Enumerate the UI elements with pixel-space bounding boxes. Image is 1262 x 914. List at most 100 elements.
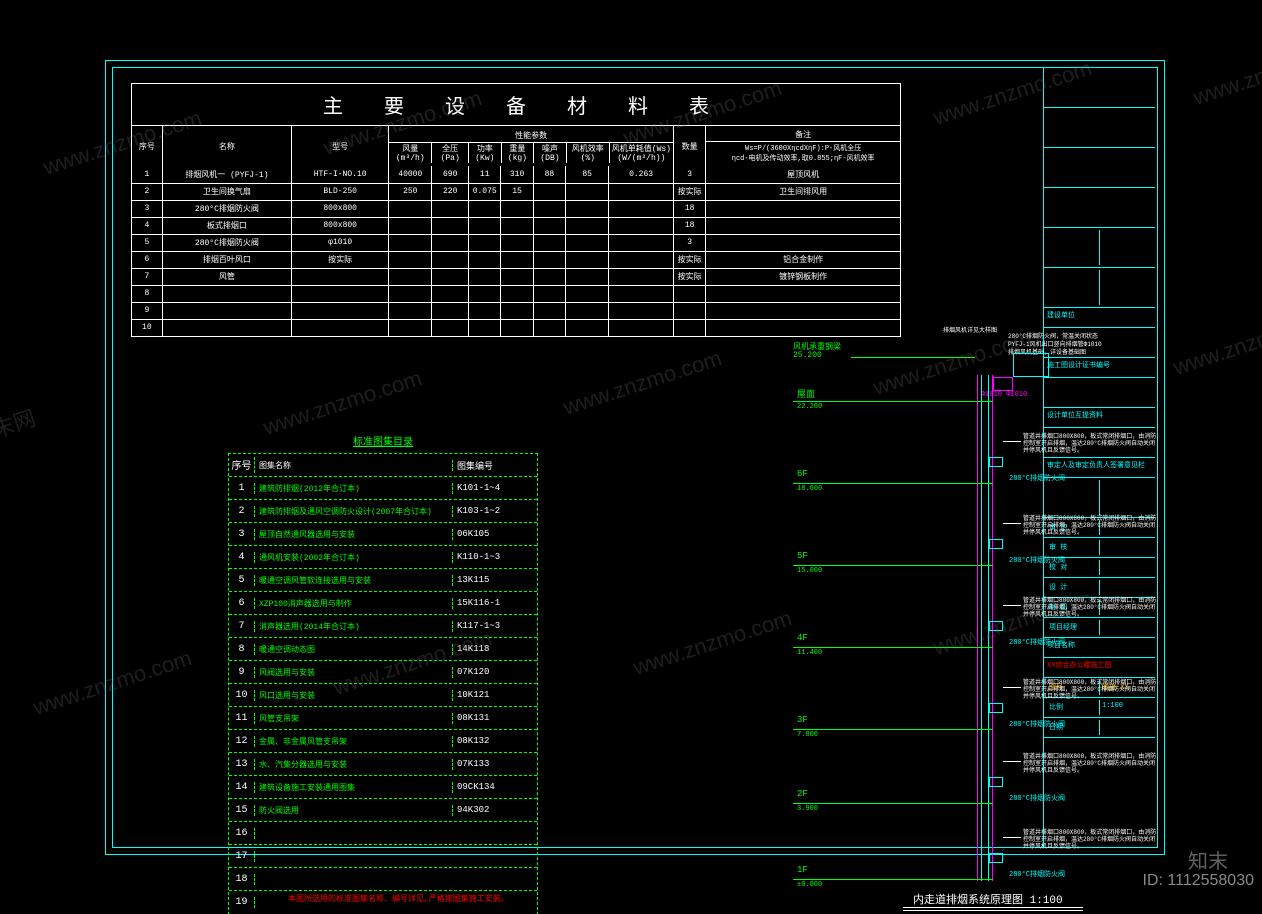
damper-symbol	[989, 777, 1003, 787]
list-item: 15防火阀选用94K302	[229, 799, 537, 822]
cell	[432, 268, 469, 285]
cell	[469, 268, 501, 285]
cell: 板式排烟口	[162, 217, 291, 234]
list-item: 18	[229, 868, 537, 891]
th: 风机效率	[567, 143, 609, 154]
riser-diagram: 风机承重钢梁 25.200 排烟风机详见大样图 280°C排烟防火阀，常温关闭状…	[793, 333, 1143, 908]
floor-label: 1F	[797, 865, 808, 875]
th: 风量	[389, 143, 431, 154]
cell	[432, 234, 469, 251]
thu: (Pa)	[432, 154, 468, 163]
cell	[292, 319, 389, 336]
watermark: www.znzmo.com	[1190, 35, 1262, 111]
list-item: 3屋顶自然通风器选用与安装06K105	[229, 523, 537, 546]
cell: 08K132	[453, 736, 537, 746]
cell: 7	[132, 268, 162, 285]
th-note-formula: Ws=P/(3600XηcdXηF):P-风机全压 ηcd-电机及传动效率,取0…	[706, 142, 900, 164]
list-item: 10风口选用与安装10K121	[229, 684, 537, 707]
cell	[533, 200, 565, 217]
equipment-table: 主 要 设 备 材 料 表 序号 名称 型号 性能参数 风量(m³/h) 全压(…	[131, 83, 901, 337]
cell: 800x800	[292, 217, 389, 234]
floor-line	[793, 565, 993, 566]
list-item: 12金属、非金属风管支吊架08K132	[229, 730, 537, 753]
cell	[432, 200, 469, 217]
cell: 07K120	[453, 667, 537, 677]
cell: 按实际	[673, 268, 705, 285]
cell	[533, 217, 565, 234]
leader-line	[1003, 605, 1021, 606]
cell: 310	[501, 166, 533, 183]
cell: 卫生间排风用	[706, 183, 900, 200]
damper-note: 280°C排烟防火阀	[1009, 793, 1065, 803]
table-row: 1排烟风机一 (PYFJ-1)HTF-I-NO.1040000690113108…	[132, 166, 900, 183]
fan-damper-symbol	[993, 377, 1013, 391]
th: 重量	[502, 143, 534, 154]
list-item: 6XZP100消声器选用与制作15K116-1	[229, 592, 537, 615]
cell: 1	[132, 166, 162, 183]
cell: 按实际	[292, 251, 389, 268]
cell: 11	[229, 713, 255, 724]
thu: (m³/h)	[389, 154, 431, 163]
cell	[469, 285, 501, 302]
cell: 12	[229, 736, 255, 747]
thu: (DB)	[534, 154, 566, 163]
cell	[501, 285, 533, 302]
floor-line	[793, 729, 993, 730]
leader-line	[1003, 687, 1021, 688]
cell: 16	[229, 828, 255, 839]
cell	[389, 251, 432, 268]
table-row: 5280°C排烟防火阀φ10103	[132, 234, 900, 251]
cell: K101-1~4	[453, 483, 537, 493]
cell: 14	[229, 782, 255, 793]
list-item: 17	[229, 845, 537, 868]
list-item: 14建筑设备施工安装通用图集09CK134	[229, 776, 537, 799]
cell	[673, 285, 705, 302]
damper-note: 280°C排烟防火阀	[1009, 555, 1065, 565]
cell	[673, 319, 705, 336]
cell	[389, 217, 432, 234]
cell: 10	[229, 690, 255, 701]
floor-line	[793, 879, 993, 880]
th-note: 备注 Ws=P/(3600XηcdXηF):P-风机全压 ηcd-电机及传动效率…	[706, 126, 900, 166]
table-row: 6排烟百叶风口按实际按实际铝合金制作	[132, 251, 900, 268]
cell: 2	[229, 506, 255, 517]
cell: XZP100消声器选用与制作	[255, 598, 453, 609]
leader-line	[1003, 441, 1021, 442]
cell: 18	[673, 217, 705, 234]
cell	[469, 302, 501, 319]
cell: 9	[229, 667, 255, 678]
list-item: 8暖通空调动态图14K118	[229, 638, 537, 661]
cell: φ1010	[292, 234, 389, 251]
cell: 卫生间换气扇	[162, 183, 291, 200]
cell: 10K121	[453, 690, 537, 700]
cell: 3	[673, 166, 705, 183]
cell: K110-1~3	[453, 552, 537, 562]
floor-line	[793, 401, 993, 402]
cell: K117-1~3	[453, 621, 537, 631]
cell	[389, 285, 432, 302]
logo-watermark: 知末	[1188, 845, 1228, 874]
cell: 金属、非金属风管支吊架	[255, 736, 453, 747]
cell	[566, 251, 609, 268]
th-perf: 性能参数 风量(m³/h) 全压(Pa) 功率(Kw) 重量(kg) 噪声(DB…	[389, 126, 674, 166]
cell	[609, 302, 674, 319]
cell	[533, 319, 565, 336]
cell	[533, 302, 565, 319]
floor-elevation: 11.400	[797, 649, 822, 657]
floor-line	[793, 483, 993, 484]
cell: 690	[432, 166, 469, 183]
cell	[533, 285, 565, 302]
cell	[566, 183, 609, 200]
floor-note: 管道井排烟口800X800，板式常闭排烟口，由消防控制室开启排烟，温达280°C…	[1023, 597, 1158, 619]
cell	[432, 285, 469, 302]
cell	[162, 302, 291, 319]
cell	[292, 302, 389, 319]
table-row: 10	[132, 319, 900, 336]
thu: (Kw)	[469, 154, 501, 163]
tb-blank	[1044, 228, 1155, 268]
leader-line	[1003, 523, 1021, 524]
cell	[162, 319, 291, 336]
cell: 18	[673, 200, 705, 217]
cell: HTF-I-NO.10	[292, 166, 389, 183]
floor-note: 管道井排烟口800X800，板式常闭排烟口，由消防控制室开启排烟，温达280°C…	[1023, 753, 1158, 775]
